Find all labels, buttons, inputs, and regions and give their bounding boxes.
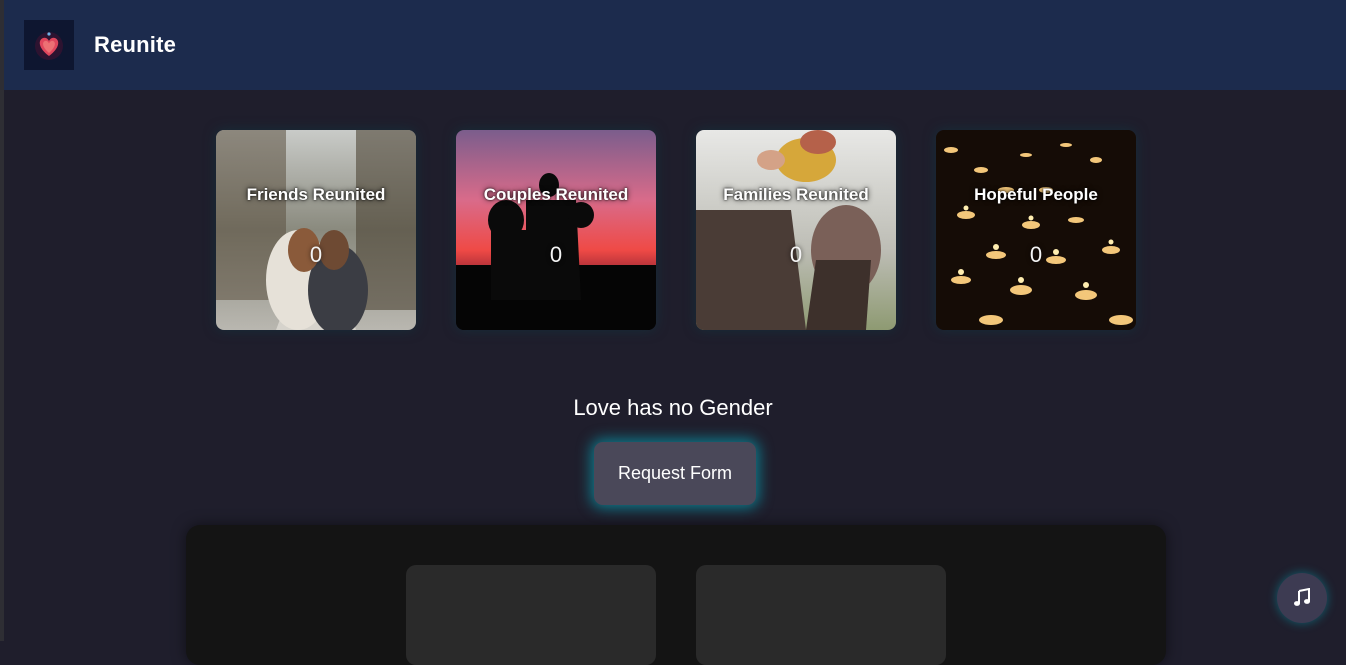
stat-title: Families Reunited xyxy=(723,185,869,204)
candles-photo xyxy=(936,130,1136,330)
stat-count: 0 xyxy=(549,242,563,267)
app-header: Reunite xyxy=(0,0,1346,90)
friends-hugging-photo xyxy=(216,130,416,330)
stat-card-friends: Friends Reunited 0 xyxy=(216,130,416,330)
heart-logo-icon[interactable] xyxy=(24,20,74,70)
music-note-icon xyxy=(1294,588,1310,606)
music-toggle-button[interactable] xyxy=(1277,573,1327,623)
stat-card-couples: Couples Reunited 0 xyxy=(456,130,656,330)
stat-title: Couples Reunited xyxy=(483,185,629,204)
stat-title: Hopeful People xyxy=(974,185,1098,204)
stats-row: Friends Reunited 0 Couples Reunited 0 Fa… xyxy=(216,130,1136,330)
stat-count: 0 xyxy=(1029,242,1043,267)
stat-card-families: Families Reunited 0 xyxy=(696,130,896,330)
request-form-button[interactable]: Request Form xyxy=(594,442,756,505)
tagline: Love has no Gender xyxy=(573,395,773,420)
content-card-placeholder xyxy=(696,565,946,665)
couple-silhouette-sunset-photo xyxy=(456,130,656,330)
stat-count: 0 xyxy=(789,242,803,267)
bottom-panel xyxy=(186,525,1166,665)
stat-title: Friends Reunited xyxy=(246,185,386,204)
brand-name[interactable]: Reunite xyxy=(94,32,176,58)
stat-card-hopeful: Hopeful People 0 xyxy=(936,130,1136,330)
content-card-placeholder xyxy=(406,565,656,665)
stat-count: 0 xyxy=(309,242,323,267)
parent-lifting-child-photo xyxy=(696,130,896,330)
